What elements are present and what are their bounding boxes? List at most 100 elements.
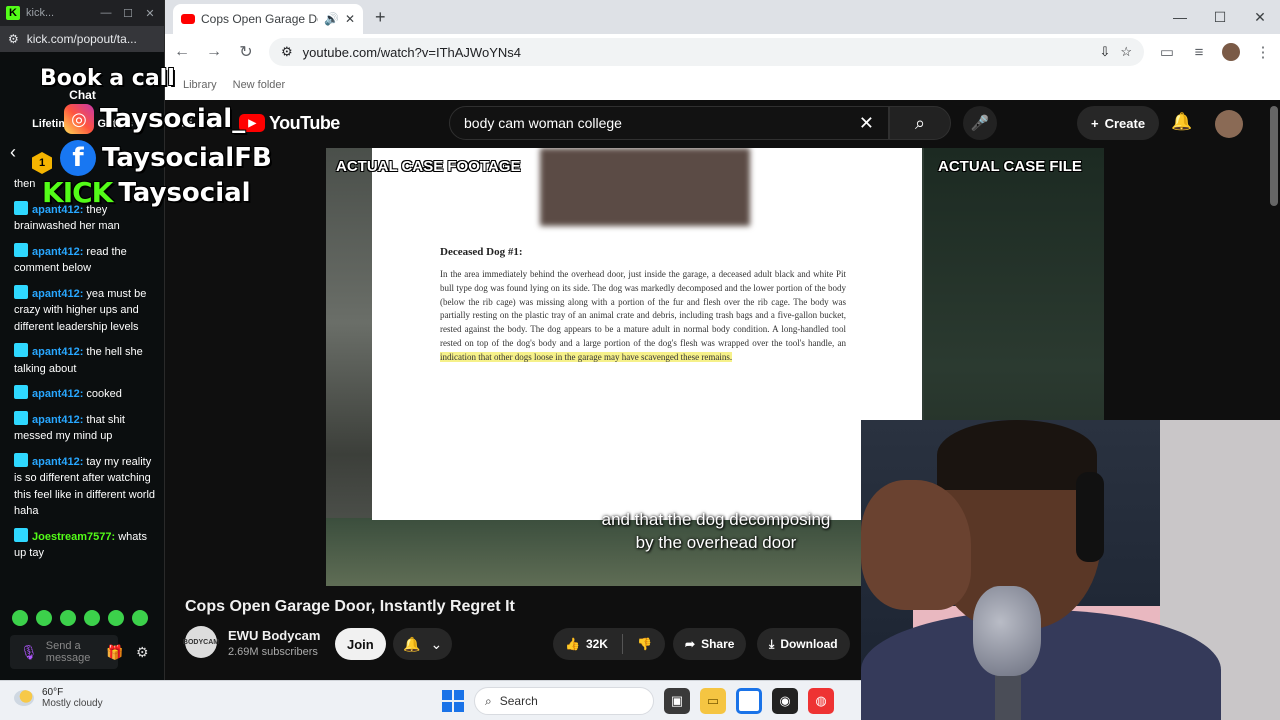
join-button[interactable]: Join	[335, 628, 386, 660]
user-badge-icon	[14, 343, 28, 357]
profile-avatar[interactable]	[1222, 43, 1240, 61]
taskbar-search[interactable]: ⌕ Search	[474, 687, 654, 715]
divider	[621, 634, 623, 654]
channel-avatar[interactable]: BODYCAM	[183, 626, 219, 658]
user-badge-icon	[14, 385, 28, 399]
back-icon[interactable]: ←	[173, 43, 191, 61]
chat-username[interactable]: apant412:	[32, 288, 83, 300]
close-icon[interactable]: ✕	[1240, 0, 1280, 34]
speaker-icon[interactable]: 🔊	[324, 12, 339, 26]
mic-stand	[995, 670, 1021, 720]
maximize-icon[interactable]: ☐	[1200, 0, 1240, 34]
bookmark-new-folder[interactable]: New folder	[233, 79, 286, 91]
gear-icon[interactable]: ⚙	[136, 644, 149, 661]
address-bar[interactable]: ⚙ youtube.com/watch?v=IThAJWoYNs4 ⇩ ☆	[269, 38, 1144, 66]
page-scrollbar[interactable]	[1270, 106, 1278, 206]
case-file-label: ACTUAL CASE FILE	[938, 158, 1082, 175]
chat-message-input[interactable]: 🎙 Send a message	[10, 635, 118, 669]
weather-condition: Mostly cloudy	[42, 698, 103, 709]
chat-username[interactable]: apant412:	[32, 456, 83, 468]
user-badge-icon	[14, 410, 28, 425]
taskbar-apps: ⌕ Search ▣ ▭ ◉ ◍	[442, 687, 834, 715]
like-count[interactable]: 32K	[586, 637, 608, 651]
webcam-person-hair	[937, 420, 1097, 490]
task-view-icon[interactable]: ▣	[664, 688, 690, 714]
streamer-webcam	[861, 420, 1280, 720]
search-query[interactable]: body cam woman college	[464, 115, 859, 131]
user-badge-icon	[14, 527, 28, 542]
minimize-icon[interactable]: —	[1160, 0, 1200, 34]
chevron-left-icon[interactable]: ‹	[10, 142, 16, 163]
address-url[interactable]: youtube.com/watch?v=IThAJWoYNs4	[303, 45, 1090, 60]
overlay-kick: KICK Taysocial	[42, 176, 251, 209]
media-control-icon[interactable]: ≡	[1190, 44, 1208, 61]
install-icon[interactable]: ⇩	[1099, 44, 1110, 60]
chat-message: Joestream7577: whats up tay	[14, 527, 157, 562]
chrome-icon[interactable]	[736, 688, 762, 714]
chat-username[interactable]: apant412:	[32, 346, 83, 358]
emote-icon[interactable]	[36, 610, 52, 626]
instagram-icon: ◎	[64, 104, 94, 134]
plus-icon: +	[1091, 115, 1099, 131]
kick-urlbar[interactable]: ⚙ kick.com/popout/ta...	[0, 26, 164, 52]
kick-logo-icon: K	[6, 6, 20, 20]
youtube-account-avatar[interactable]	[1215, 110, 1243, 138]
emote-bar	[12, 610, 148, 626]
tab-close-icon[interactable]: ✕	[345, 12, 355, 26]
youtube-favicon-icon	[181, 14, 195, 24]
reload-icon[interactable]: ↻	[237, 42, 255, 62]
notifications-bell-icon[interactable]: 🔔	[1171, 112, 1192, 132]
file-explorer-icon[interactable]: ▭	[700, 688, 726, 714]
tab-youtube[interactable]: Cops Open Garage Door, In 🔊 ✕	[173, 4, 363, 34]
kebab-menu-icon[interactable]: ⋮	[1254, 43, 1272, 61]
chat-username[interactable]: apant412:	[32, 388, 83, 400]
kick-url[interactable]: kick.com/popout/ta...	[27, 32, 137, 46]
gift-icon[interactable]: 🎁	[106, 644, 123, 661]
chat-username[interactable]: apant412:	[32, 246, 83, 258]
clear-search-icon[interactable]: ✕	[859, 113, 874, 134]
minimize-icon[interactable]: —	[98, 7, 114, 19]
bookmark-star-icon[interactable]: ☆	[1120, 44, 1132, 60]
emote-icon[interactable]	[108, 610, 124, 626]
chat-username[interactable]: Joestream7577:	[32, 531, 115, 543]
site-settings-icon[interactable]: ⚙	[8, 32, 19, 46]
microphone-icon: 🎤	[970, 115, 990, 132]
emote-icon[interactable]	[60, 610, 76, 626]
webcam-person-hand	[861, 480, 971, 610]
subscriber-count: 2.69M subscribers	[228, 646, 318, 658]
chat-username[interactable]: apant412:	[32, 414, 83, 426]
cast-icon[interactable]: ▭	[1158, 43, 1176, 61]
weather-widget[interactable]: 60°F Mostly cloudy	[14, 687, 103, 709]
obs-icon[interactable]: ◉	[772, 688, 798, 714]
create-button[interactable]: + Create	[1077, 106, 1160, 140]
bookmark-library[interactable]: Library	[183, 79, 217, 91]
weather-temp: 60°F	[42, 687, 64, 698]
site-info-icon[interactable]: ⚙	[281, 44, 293, 60]
thumbs-down-icon[interactable]: 👎	[637, 637, 652, 651]
microphone-icon[interactable]: 🎙	[20, 644, 38, 661]
windows-start-icon[interactable]	[442, 690, 464, 712]
close-icon[interactable]: ✕	[142, 7, 158, 20]
video-captions: and that the dog decomposing by the over…	[601, 510, 831, 552]
download-button[interactable]: ⤓ Download	[757, 628, 850, 660]
emote-icon[interactable]	[12, 610, 28, 626]
share-button[interactable]: ➦ Share	[673, 628, 747, 660]
maximize-icon[interactable]: ☐	[120, 7, 136, 20]
thumbs-up-icon[interactable]: 👍	[565, 637, 580, 651]
user-badge-icon	[14, 452, 28, 467]
forward-icon[interactable]: →	[205, 43, 223, 61]
youtube-search-input[interactable]: body cam woman college ✕	[449, 106, 889, 140]
emote-icon[interactable]	[84, 610, 100, 626]
search-button[interactable]: ⌕	[889, 106, 951, 140]
emote-icon[interactable]	[132, 610, 148, 626]
gifter-rank-badge: 1	[32, 152, 52, 174]
youtube-logo[interactable]: ▶ YouTube	[239, 113, 340, 134]
browser-toolbar: ← → ↻ ⚙ youtube.com/watch?v=IThAJWoYNs4 …	[165, 34, 1280, 70]
chevron-down-icon: ⌄	[430, 635, 443, 652]
subscription-bell-button[interactable]: 🔔 ⌄	[393, 628, 453, 660]
kick-window-title: kick...	[26, 7, 55, 19]
new-tab-button[interactable]: +	[375, 7, 386, 28]
app-icon[interactable]: ◍	[808, 688, 834, 714]
voice-search-button[interactable]: 🎤	[963, 106, 997, 140]
channel-name[interactable]: EWU Bodycam	[228, 628, 320, 643]
